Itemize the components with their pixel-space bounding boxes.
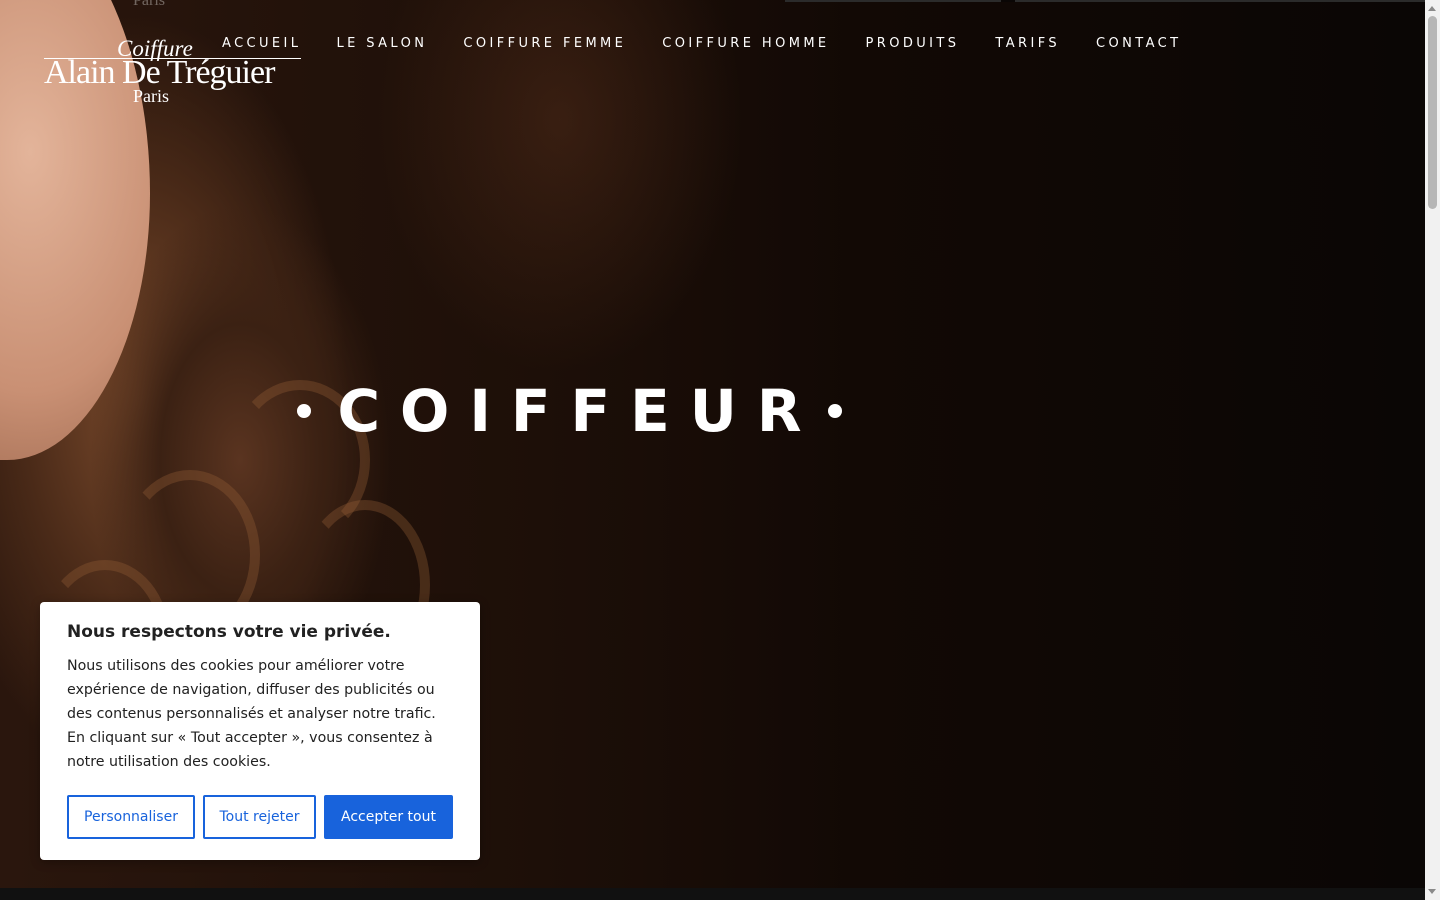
top-divider: [785, 0, 1425, 2]
nav-produits[interactable]: PRODUITS: [866, 36, 960, 59]
nav-contact[interactable]: CONTACT: [1096, 36, 1181, 59]
hero-title: COIFFEUR: [297, 376, 842, 446]
hero-title-text: COIFFEUR: [337, 377, 822, 445]
nav-coiffure-femme[interactable]: COIFFURE FEMME: [463, 36, 626, 59]
cookie-title: Nous respectons votre vie privée.: [67, 622, 391, 642]
scrollbar-thumb[interactable]: [1428, 16, 1437, 209]
cookie-description: Nous utilisons des cookies pour améliore…: [67, 658, 436, 770]
cookie-reject-button[interactable]: Tout rejeter: [203, 795, 316, 839]
logo-ghost-text: Paris: [133, 0, 165, 9]
logo-line-paris: Paris: [133, 86, 169, 106]
cookie-consent-banner: Nous respectons votre vie privée. Nous u…: [40, 602, 480, 860]
nav-le-salon[interactable]: LE SALON: [336, 36, 427, 59]
hero-title-dot-right: [827, 404, 842, 418]
cookie-actions: Personnaliser Tout rejeter Accepter tout: [67, 795, 453, 839]
nav-accueil[interactable]: ACCUEIL: [222, 36, 302, 59]
main-nav: ACCUEIL LE SALON COIFFURE FEMME COIFFURE…: [222, 36, 1181, 59]
scroll-up-arrow-icon[interactable]: [1428, 6, 1436, 11]
nav-tarifs[interactable]: TARIFS: [995, 36, 1060, 59]
cookie-customize-button[interactable]: Personnaliser: [67, 795, 195, 839]
nav-coiffure-homme[interactable]: COIFFURE HOMME: [662, 36, 829, 59]
top-divider-gap: [1001, 0, 1015, 2]
cookie-accept-button[interactable]: Accepter tout: [324, 795, 453, 839]
page-scrollbar[interactable]: [1425, 0, 1440, 900]
next-section-strip: [0, 888, 1425, 900]
hero-title-dot-left: [297, 404, 311, 418]
scroll-down-arrow-icon[interactable]: [1428, 889, 1436, 894]
